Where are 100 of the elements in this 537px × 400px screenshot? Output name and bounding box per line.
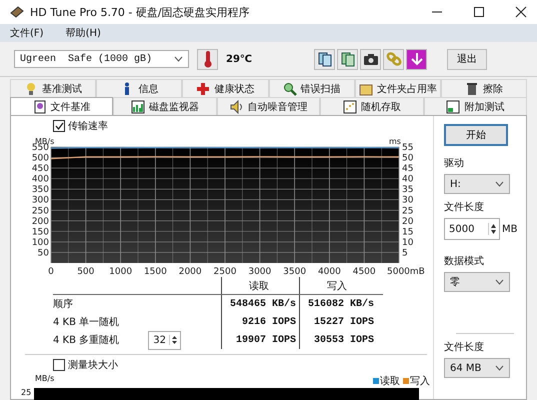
- download-button[interactable]: [406, 48, 427, 70]
- result-value: 516082 KB/s: [299, 295, 377, 313]
- tab[interactable]: 健康状态: [182, 79, 269, 97]
- x-tick-label: 4500: [352, 267, 376, 277]
- tab[interactable]: 擦除: [440, 79, 528, 97]
- spin-arrows-icon[interactable]: [490, 223, 497, 235]
- x-tick-label: 0: [48, 267, 54, 277]
- column-header: 读取: [221, 277, 299, 294]
- copy-icon: [316, 51, 332, 67]
- checkbox[interactable]: [53, 120, 65, 132]
- y-tick-label: 400: [32, 174, 49, 185]
- y-tick-label: 25: [21, 388, 32, 397]
- ms-tick-label: 25: [402, 206, 414, 216]
- maximize-icon[interactable]: [473, 6, 485, 18]
- ms-tick-label: 5: [402, 248, 408, 258]
- queue-depth-spinner[interactable]: 32: [148, 330, 181, 350]
- ms-tick-label: 40: [402, 174, 414, 185]
- data-mode-dropdown[interactable]: 零: [444, 272, 510, 292]
- x-tick-label: 1500: [144, 267, 167, 277]
- y-tick-label: 550: [32, 143, 49, 153]
- x-tick-label: 500: [77, 267, 94, 277]
- tab[interactable]: 随机存取: [320, 97, 424, 115]
- y-axis-unit: MB/s: [35, 374, 54, 385]
- thermometer-icon: [202, 50, 212, 68]
- exit-button[interactable]: 退出: [447, 48, 487, 70]
- field-label: 驱动: [444, 157, 465, 170]
- cross-icon: [196, 82, 210, 96]
- chain-link-icon: [386, 51, 402, 67]
- legend-label: 读取: [380, 374, 400, 388]
- unit-label: MB: [502, 224, 518, 234]
- y-tick-label: 500: [32, 154, 49, 164]
- window-title: HD Tune Pro 5.70 - 硬盘/固态硬盘实用程序: [30, 4, 250, 20]
- field-label: 文件长度: [444, 340, 485, 354]
- ms-tick-label: 20: [402, 216, 414, 227]
- speaker-icon: [230, 100, 244, 114]
- row-label: 4 KB 多重随机: [53, 334, 120, 347]
- field-label: 文件长度: [444, 200, 485, 214]
- column-header: 写入: [299, 277, 377, 294]
- result-value: 548465 KB/s: [221, 295, 299, 313]
- y-tick-label: 250: [32, 206, 49, 216]
- checkbox-label: 传输速率: [68, 120, 108, 133]
- y-tick-label: 100: [32, 238, 49, 248]
- drive-dropdown[interactable]: Ugreen Safe (1000 gB): [14, 50, 189, 68]
- tab[interactable]: 文件夹占用率: [354, 79, 441, 97]
- x-tick-label: 5000mB: [387, 267, 425, 277]
- y-tick-label: 450: [32, 164, 49, 174]
- checkbox-label: 测量块大小: [68, 358, 118, 372]
- y-tick-label: 200: [32, 216, 49, 227]
- camera-button[interactable]: [360, 48, 381, 70]
- y-tick-label: 350: [32, 185, 49, 196]
- folder-icon: [358, 82, 373, 96]
- magnifier-icon: [282, 82, 297, 96]
- checkbox[interactable]: [53, 359, 65, 371]
- temperature-reading: 29℃: [226, 54, 254, 64]
- x-tick-label: 2500: [214, 267, 236, 277]
- copy-button[interactable]: [314, 48, 335, 70]
- tab[interactable]: 自动噪音管理: [216, 97, 320, 115]
- drive-dropdown[interactable]: H:: [444, 174, 510, 194]
- field-label: 数据模式: [444, 254, 485, 268]
- close-icon[interactable]: [515, 6, 527, 18]
- ms-tick-label: 50: [402, 154, 414, 164]
- y-tick-label: 150: [32, 227, 49, 238]
- menu-item[interactable]: 帮助(H): [66, 26, 101, 40]
- legend-label: 写入: [410, 374, 430, 388]
- row-label: 4 KB 单一随机: [53, 316, 120, 329]
- ms-tick-label: 30: [402, 196, 414, 206]
- chevron-icon: [174, 56, 183, 62]
- x-tick-label: 3000: [248, 267, 272, 277]
- tab[interactable]: 信息: [96, 79, 182, 97]
- copy-all-button[interactable]: [337, 48, 358, 70]
- trash-icon: [464, 82, 479, 96]
- ms-tick-label: 45: [402, 164, 414, 174]
- row-label: 顺序: [53, 298, 73, 311]
- ms-tick-label: 55: [402, 143, 414, 153]
- x-tick-label: 1000: [109, 267, 132, 277]
- tab[interactable]: 磁盘监视器: [113, 97, 217, 115]
- tab[interactable]: 错误扫描: [268, 79, 355, 97]
- spin-arrows-icon[interactable]: [171, 335, 178, 345]
- x-tick-label: 3500: [283, 267, 306, 277]
- ms-axis-unit: ms: [389, 137, 401, 146]
- tab[interactable]: 附加测试: [424, 97, 528, 115]
- result-value: 15227 IOPS: [299, 313, 377, 331]
- x-tick-label: 2000: [178, 267, 202, 277]
- down-arrow-icon: [410, 52, 424, 66]
- tab[interactable]: 文件基准: [10, 97, 114, 115]
- start-button[interactable]: 开始: [444, 124, 508, 146]
- y-tick-label: 50: [38, 248, 49, 258]
- tab[interactable]: 基准测试: [10, 79, 96, 97]
- thermometer-button[interactable]: [197, 48, 218, 70]
- copy-icon: [340, 51, 356, 67]
- camera-icon: [362, 51, 378, 67]
- menu-item[interactable]: 文件(F): [10, 26, 44, 40]
- chevron-icon: [495, 279, 504, 285]
- ms-tick-label: 15: [402, 227, 414, 238]
- file-length-dropdown[interactable]: 64 MB: [444, 358, 510, 378]
- chevron-icon: [495, 365, 504, 371]
- file-length-spinner[interactable]: 5000: [444, 218, 500, 240]
- y-tick-label: 300: [32, 196, 49, 206]
- x-tick-label: 4000: [318, 267, 341, 277]
- result-value: 30553 IOPS: [299, 331, 377, 349]
